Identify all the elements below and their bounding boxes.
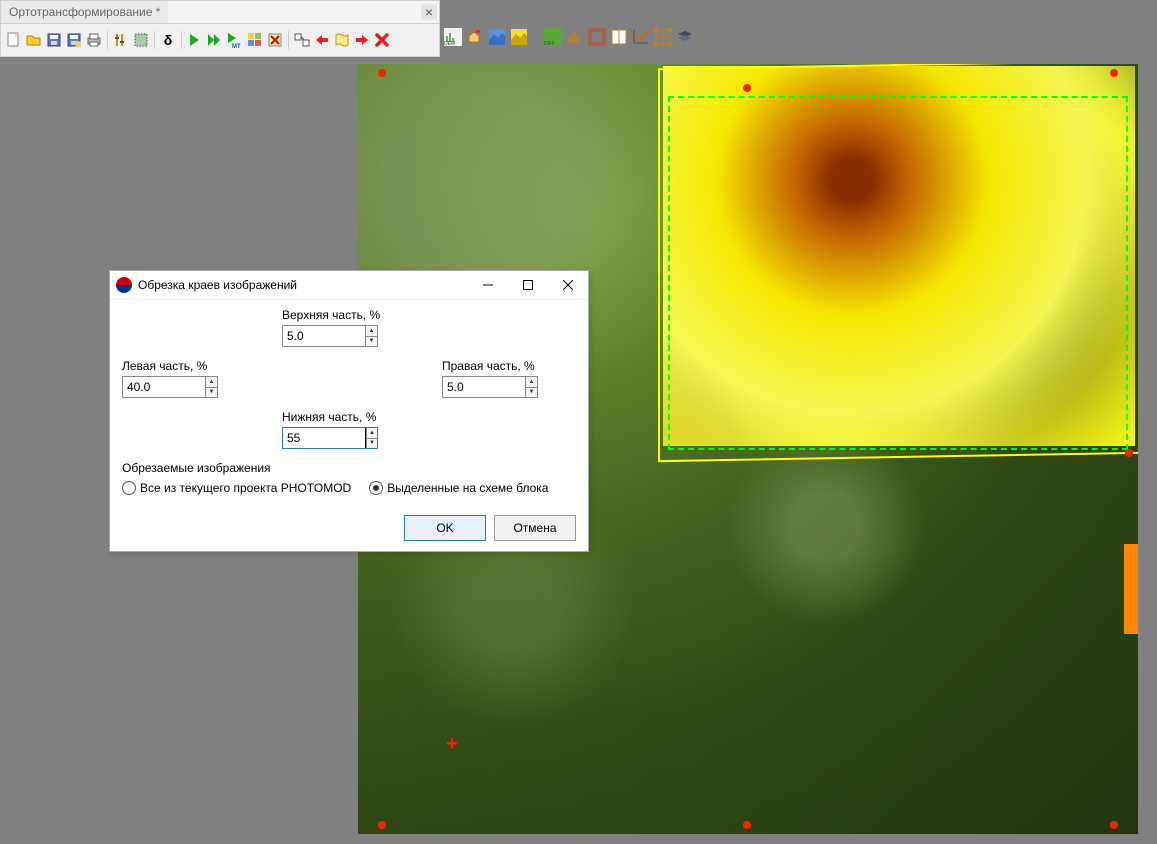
arrow-right-red-icon[interactable] [353, 31, 371, 49]
left-percent-spinner[interactable]: ▲▼ [122, 376, 218, 398]
top-percent-label: Верхняя часть, % [282, 308, 442, 322]
svg-text:MT: MT [232, 44, 241, 48]
spin-up-icon[interactable]: ▲ [526, 377, 537, 388]
right-percent-label: Правая часть, % [442, 359, 602, 373]
grid-frame-icon[interactable] [654, 28, 672, 46]
target-crosshair-icon: + [446, 734, 466, 754]
save-icon[interactable] [45, 31, 63, 49]
fiducial-mark [743, 84, 751, 92]
radio-all-label: Все из текущего проекта PHOTOMOD [140, 481, 351, 495]
chart-line-icon[interactable] [632, 28, 650, 46]
fiducial-mark [378, 821, 386, 829]
print-icon[interactable] [85, 31, 103, 49]
ortho-tab[interactable]: Ортотрансформирование * [1, 1, 168, 23]
main-toolbar: Ортотрансформирование * × δ [0, 0, 440, 57]
tab-close-button[interactable]: × [421, 4, 437, 20]
top-percent-input[interactable] [283, 326, 365, 346]
ok-button[interactable]: OK [404, 515, 486, 541]
terrain-yellow-icon[interactable] [510, 28, 528, 46]
save-as-icon[interactable] [65, 31, 83, 49]
top-percent-spinner[interactable]: ▲▼ [282, 325, 378, 347]
left-percent-input[interactable] [123, 377, 205, 397]
app-icon [116, 277, 132, 293]
spin-up-icon[interactable]: ▲ [367, 428, 377, 439]
cancel-button[interactable]: Отмена [494, 515, 576, 541]
spin-down-icon[interactable]: ▼ [526, 388, 537, 398]
spin-down-icon[interactable]: ▼ [206, 388, 217, 398]
spin-down-icon[interactable]: ▼ [367, 439, 377, 449]
transfer-icon[interactable] [293, 31, 311, 49]
toolbar-row: δ MT [1, 24, 439, 56]
fiducial-mark [1125, 449, 1133, 457]
stack-icon[interactable] [676, 28, 694, 46]
delete-x-icon[interactable] [266, 31, 284, 49]
fiducial-mark [1110, 69, 1118, 77]
house-flag-icon[interactable] [466, 28, 484, 46]
close-x-icon[interactable] [373, 31, 391, 49]
dialog-titlebar[interactable]: Обрезка краев изображений [110, 271, 588, 300]
mosaic-icon[interactable] [246, 31, 264, 49]
right-percent-spinner[interactable]: ▲▼ [442, 376, 538, 398]
radio-selected-scheme[interactable]: Выделенные на схеме блока [369, 481, 548, 495]
delta-icon[interactable]: δ [159, 31, 177, 49]
bottom-percent-label: Нижняя часть, % [282, 410, 442, 424]
radio-icon [122, 481, 136, 495]
fiducial-mark [378, 69, 386, 77]
spin-down-icon[interactable]: ▼ [366, 337, 377, 347]
minimize-button[interactable] [474, 275, 502, 295]
arrow-left-red-icon[interactable] [313, 31, 331, 49]
open-folder-icon[interactable] [25, 31, 43, 49]
film-data-strip [1124, 544, 1138, 634]
right-percent-input[interactable] [443, 377, 525, 397]
spin-up-icon[interactable]: ▲ [206, 377, 217, 388]
svg-text:DIFF: DIFF [544, 41, 555, 46]
close-button[interactable] [554, 275, 582, 295]
tab-bar: Ортотрансформирование * × [1, 1, 439, 24]
radio-icon [369, 481, 383, 495]
spin-up-icon[interactable]: ▲ [366, 326, 377, 337]
radio-all-project[interactable]: Все из текущего проекта PHOTOMOD [122, 481, 351, 495]
play-icon[interactable] [186, 31, 204, 49]
map-sheet-icon[interactable] [333, 31, 351, 49]
maximize-button[interactable] [514, 275, 542, 295]
bottom-percent-spinner[interactable]: ▲▼ [282, 427, 378, 449]
play-mt-icon[interactable]: MT [226, 31, 244, 49]
diff-green-icon[interactable]: DIFF [544, 28, 562, 46]
terrain-blue-icon[interactable] [488, 28, 506, 46]
crop-edges-dialog: Обрезка краев изображений Верхняя часть,… [109, 270, 589, 552]
fiducial-mark [1110, 821, 1118, 829]
fast-forward-icon[interactable] [206, 31, 224, 49]
fiducial-mark [743, 821, 751, 829]
selection-rect-inner [668, 96, 1128, 450]
dialog-title: Обрезка краев изображений [138, 278, 474, 292]
left-percent-label: Левая часть, % [122, 359, 282, 373]
images-group-label: Обрезаемые изображения [122, 461, 576, 475]
new-file-icon[interactable] [5, 31, 23, 49]
page-split-icon[interactable] [610, 28, 628, 46]
layers-red-icon[interactable] [588, 28, 606, 46]
settings-icon[interactable] [112, 31, 130, 49]
histogram-icon[interactable] [566, 28, 584, 46]
grid-select-icon[interactable] [132, 31, 150, 49]
dem-icon[interactable]: DEM [444, 28, 462, 46]
bottom-percent-input[interactable] [283, 428, 366, 448]
secondary-toolbar: DEM DIFF [444, 28, 694, 46]
radio-selected-label: Выделенные на схеме блока [387, 481, 548, 495]
svg-text:DEM: DEM [444, 41, 455, 46]
